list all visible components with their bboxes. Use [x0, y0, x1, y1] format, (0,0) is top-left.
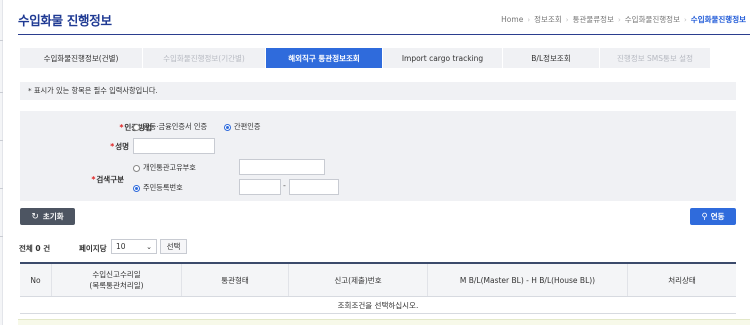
tab-cargo-by-case[interactable]: 수입화물진행정보(건별) [20, 48, 143, 68]
rrn-front-input[interactable] [239, 179, 281, 195]
tab-sms-notification[interactable]: 진행정보 SMS통보 설정 [600, 48, 711, 68]
name-label: *성명 [110, 142, 129, 151]
customs-code-radio[interactable]: 개인통관고유부호 [133, 163, 196, 173]
auth-certificate-radio[interactable]: 공동·금융인증서 인증 [133, 122, 207, 132]
bottom-info-strip [18, 319, 750, 325]
tab-import-cargo-tracking[interactable]: Import cargo tracking [383, 48, 503, 68]
rrn-separator: - [283, 181, 286, 190]
column-header-status: 처리상태 [668, 275, 696, 285]
radio-unchecked-icon [133, 123, 140, 131]
search-form: *인증방법 공동·금융인증서 인증 간편인증 *성명 개인통관고유부호 *검색구… [20, 111, 736, 201]
breadcrumb: Home › 정보조회 › 통관물류정보 › 수입화물진행정보 › 수입화물진행… [501, 14, 746, 25]
required-mark: * [91, 175, 96, 184]
breadcrumb-separator-icon: › [565, 15, 569, 24]
reset-button[interactable]: ↻ 초기화 [20, 208, 75, 225]
column-header-bl-number: M B/L(Master BL) - H B/L(House BL)) [428, 264, 628, 296]
table-header: No 수입신고수리일 (목록통관처리일) 통관형태 신고(제출)번호 M B/L(… [20, 264, 736, 297]
column-header-no: No [20, 264, 52, 296]
column-header-accept-date: 수입신고수리일 (목록통관처리일) [52, 264, 182, 296]
per-page-select[interactable]: 10 ⌄ [111, 239, 157, 254]
customs-code-input[interactable] [239, 159, 325, 175]
rrn-radio[interactable]: 주민등록번호 [133, 183, 183, 193]
required-mark: * [119, 123, 124, 132]
breadcrumb-home[interactable]: Home [501, 15, 523, 24]
breadcrumb-customs[interactable]: 통관물류정보 [573, 14, 614, 25]
breadcrumb-cargo[interactable]: 수입화물진행정보 [625, 14, 680, 25]
search-button[interactable]: ⚲ 연동 [690, 208, 736, 225]
required-mark: * [110, 142, 115, 151]
breadcrumb-separator-icon: › [527, 15, 531, 24]
page-title: 수입화물 진행정보 [18, 13, 112, 28]
apply-per-page-button[interactable]: 선택 [160, 239, 187, 254]
search-type-label: *검색구분 [91, 175, 124, 184]
tab-cargo-by-period[interactable]: 수입화물진행정보(기간별) [143, 48, 266, 68]
breadcrumb-info[interactable]: 정보조회 [534, 14, 562, 25]
rrn-back-input[interactable] [289, 179, 339, 195]
empty-table-message: 조회조건을 선택하십시오. [20, 297, 736, 314]
tab-bar: 수입화물진행정보(건별) 수입화물진행정보(기간별) 해외직구 통관정보조회 I… [20, 48, 711, 68]
auth-simple-radio[interactable]: 간편인증 [224, 122, 260, 132]
search-icon: ⚲ [701, 211, 708, 222]
breadcrumb-separator-icon: › [683, 15, 687, 24]
breadcrumb-current: 수입화물진행정보 [690, 15, 746, 24]
results-table: No 수입신고수리일 (목록통관처리일) 통관형태 신고(제출)번호 M B/L(… [20, 262, 736, 314]
refresh-icon: ↻ [31, 211, 39, 222]
total-count: 전체 0 건 [19, 244, 51, 253]
chevron-down-icon: ⌄ [146, 243, 152, 251]
tab-overseas-direct-purchase[interactable]: 해외직구 통관정보조회 [266, 48, 383, 68]
column-header-clearance-type: 통관형태 [182, 264, 289, 296]
per-page-label: 페이지당 [79, 244, 107, 253]
left-edge-strip [0, 0, 3, 325]
radio-checked-icon [224, 123, 231, 131]
tab-bl-info[interactable]: B/L정보조회 [503, 48, 600, 68]
title-divider [18, 34, 750, 35]
radio-unchecked-icon [133, 164, 140, 172]
column-header-declaration-number: 신고(제출)번호 [289, 264, 428, 296]
required-notice: * 표시가 있는 항목은 필수 입력사항입니다. [20, 82, 736, 100]
name-input[interactable] [133, 138, 215, 154]
radio-checked-icon [133, 184, 140, 192]
breadcrumb-separator-icon: › [617, 15, 621, 24]
